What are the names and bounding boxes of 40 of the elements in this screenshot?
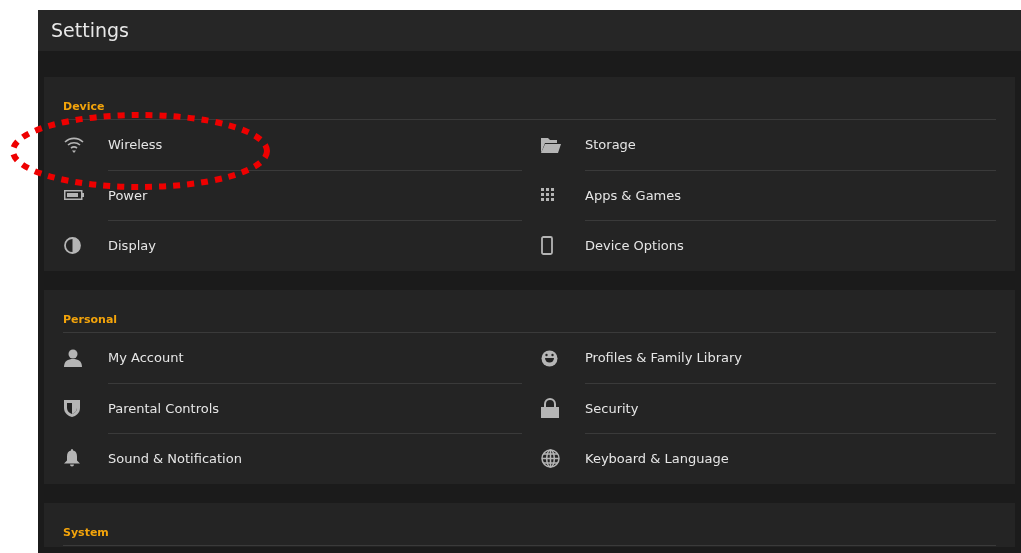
section-heading: Device <box>63 99 996 120</box>
item-label: Display <box>108 236 156 255</box>
grid-icon <box>541 188 555 202</box>
person-icon <box>64 349 82 367</box>
settings-item[interactable]: Wireless <box>63 120 522 170</box>
settings-item[interactable]: Storage <box>540 120 996 170</box>
contrast-icon <box>64 236 81 254</box>
settings-item[interactable]: Power <box>63 170 522 220</box>
folder-icon <box>541 137 561 153</box>
smiley-icon <box>541 349 558 367</box>
item-label: Keyboard & Language <box>585 449 729 468</box>
item-label: Storage <box>585 136 636 155</box>
settings-item[interactable]: Apps & Games <box>540 170 996 220</box>
shield-icon <box>64 399 80 417</box>
item-label: Apps & Games <box>585 186 682 205</box>
item-label: Wireless <box>108 136 163 155</box>
item-label: My Account <box>108 349 184 368</box>
battery-icon <box>64 190 84 200</box>
padlock-icon <box>541 398 559 418</box>
bell-icon <box>64 449 80 467</box>
settings-item[interactable]: Parental Controls <box>63 383 522 433</box>
settings-item[interactable]: Sound & Notification <box>63 433 522 483</box>
item-label: Security <box>585 399 639 418</box>
section-heading: System <box>63 525 996 546</box>
globe-icon <box>541 448 560 468</box>
wifi-icon <box>64 137 84 153</box>
settings-item[interactable]: Keyboard & Language <box>540 433 996 483</box>
item-label: Power <box>108 186 148 205</box>
item-label: Parental Controls <box>108 399 220 418</box>
item-label: Sound & Notification <box>108 449 242 468</box>
phone-icon <box>541 235 553 255</box>
item-label: Device Options <box>585 236 684 255</box>
settings-item[interactable]: Device Options <box>540 220 996 270</box>
settings-item[interactable]: My Account <box>63 333 522 383</box>
settings-item[interactable]: Security <box>540 383 996 433</box>
section-heading: Personal <box>63 312 996 333</box>
settings-item[interactable]: Display <box>63 220 522 270</box>
page-title: Settings <box>51 18 129 44</box>
item-label: Profiles & Family Library <box>585 349 742 368</box>
settings-item[interactable]: Profiles & Family Library <box>540 333 996 383</box>
